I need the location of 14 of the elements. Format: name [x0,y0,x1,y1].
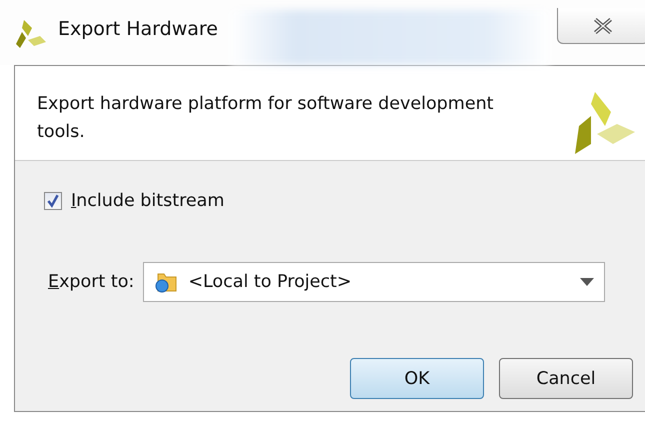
close-icon [592,16,614,34]
cancel-button[interactable]: Cancel [499,358,633,399]
description-text: Export hardware platform for software development tools. [37,93,495,144]
checkbox-label: Include bitstream [71,191,224,211]
close-button[interactable] [557,8,645,44]
window-title: Export Hardware [58,18,218,40]
checkbox[interactable] [44,192,62,210]
folder-icon [154,271,178,293]
caret-icon [580,278,594,286]
ok-button[interactable]: OK [350,358,484,399]
export-dropdown[interactable]: <Local to Project> [143,262,606,302]
field-label: Export to: [48,272,134,292]
logo-icon [573,92,635,154]
app-logo-icon [14,18,48,48]
